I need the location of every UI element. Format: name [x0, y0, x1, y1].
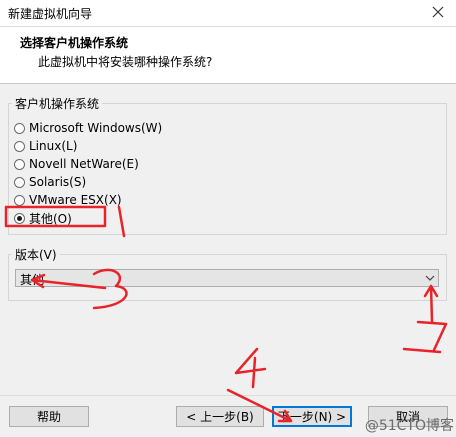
footer-divider	[0, 395, 456, 396]
radio-solaris[interactable]: Solaris(S)	[14, 173, 86, 191]
back-button-label: < 上一步(B)	[186, 410, 254, 424]
help-button-label: 帮助	[36, 410, 61, 424]
guest-os-group-title: 客户机操作系统	[12, 95, 103, 112]
page-title: 选择客户机操作系统	[20, 36, 129, 50]
title-bar: 新建虚拟机向导	[0, 0, 456, 27]
radio-label: Linux(L)	[29, 139, 78, 153]
radio-netware[interactable]: Novell NetWare(E)	[14, 155, 139, 173]
radio-button[interactable]	[14, 158, 25, 170]
radio-label: 其他(O)	[29, 211, 72, 226]
chevron-down-icon[interactable]	[423, 271, 437, 285]
radio-button[interactable]	[14, 194, 25, 206]
radio-label: VMware ESX(X)	[29, 193, 122, 207]
radio-button[interactable]	[14, 140, 25, 152]
next-button-label: 下一步(N) >	[277, 410, 347, 424]
radio-button[interactable]	[14, 176, 25, 188]
radio-windows[interactable]: Microsoft Windows(W)	[14, 119, 162, 137]
radio-button-selected[interactable]	[14, 212, 25, 224]
radio-label: Solaris(S)	[29, 175, 87, 189]
watermark: @51CTO博客	[364, 418, 454, 434]
radio-linux[interactable]: Linux(L)	[14, 137, 77, 155]
page-subtitle: 此虚拟机中将安装哪种操作系统?	[38, 55, 213, 69]
version-select[interactable]: 其他	[15, 269, 439, 287]
radio-label: Novell NetWare(E)	[29, 157, 139, 171]
wizard-header: 选择客户机操作系统 此虚拟机中将安装哪种操作系统?	[0, 27, 456, 84]
close-icon[interactable]	[428, 2, 448, 22]
radio-label: Microsoft Windows(W)	[29, 121, 163, 135]
radio-other[interactable]: 其他(O)	[14, 209, 72, 227]
annotation-number-2	[402, 320, 448, 354]
annotation-number-4	[234, 347, 267, 389]
radio-button[interactable]	[14, 122, 25, 134]
radio-vmware-esx[interactable]: VMware ESX(X)	[14, 191, 122, 209]
next-button[interactable]: 下一步(N) >	[272, 406, 352, 427]
back-button[interactable]: < 上一步(B)	[176, 406, 264, 427]
version-group-title: 版本(V)	[12, 246, 60, 263]
window-title: 新建虚拟机向导	[8, 7, 93, 21]
version-select-value: 其他	[20, 273, 45, 287]
help-button[interactable]: 帮助	[9, 406, 89, 427]
